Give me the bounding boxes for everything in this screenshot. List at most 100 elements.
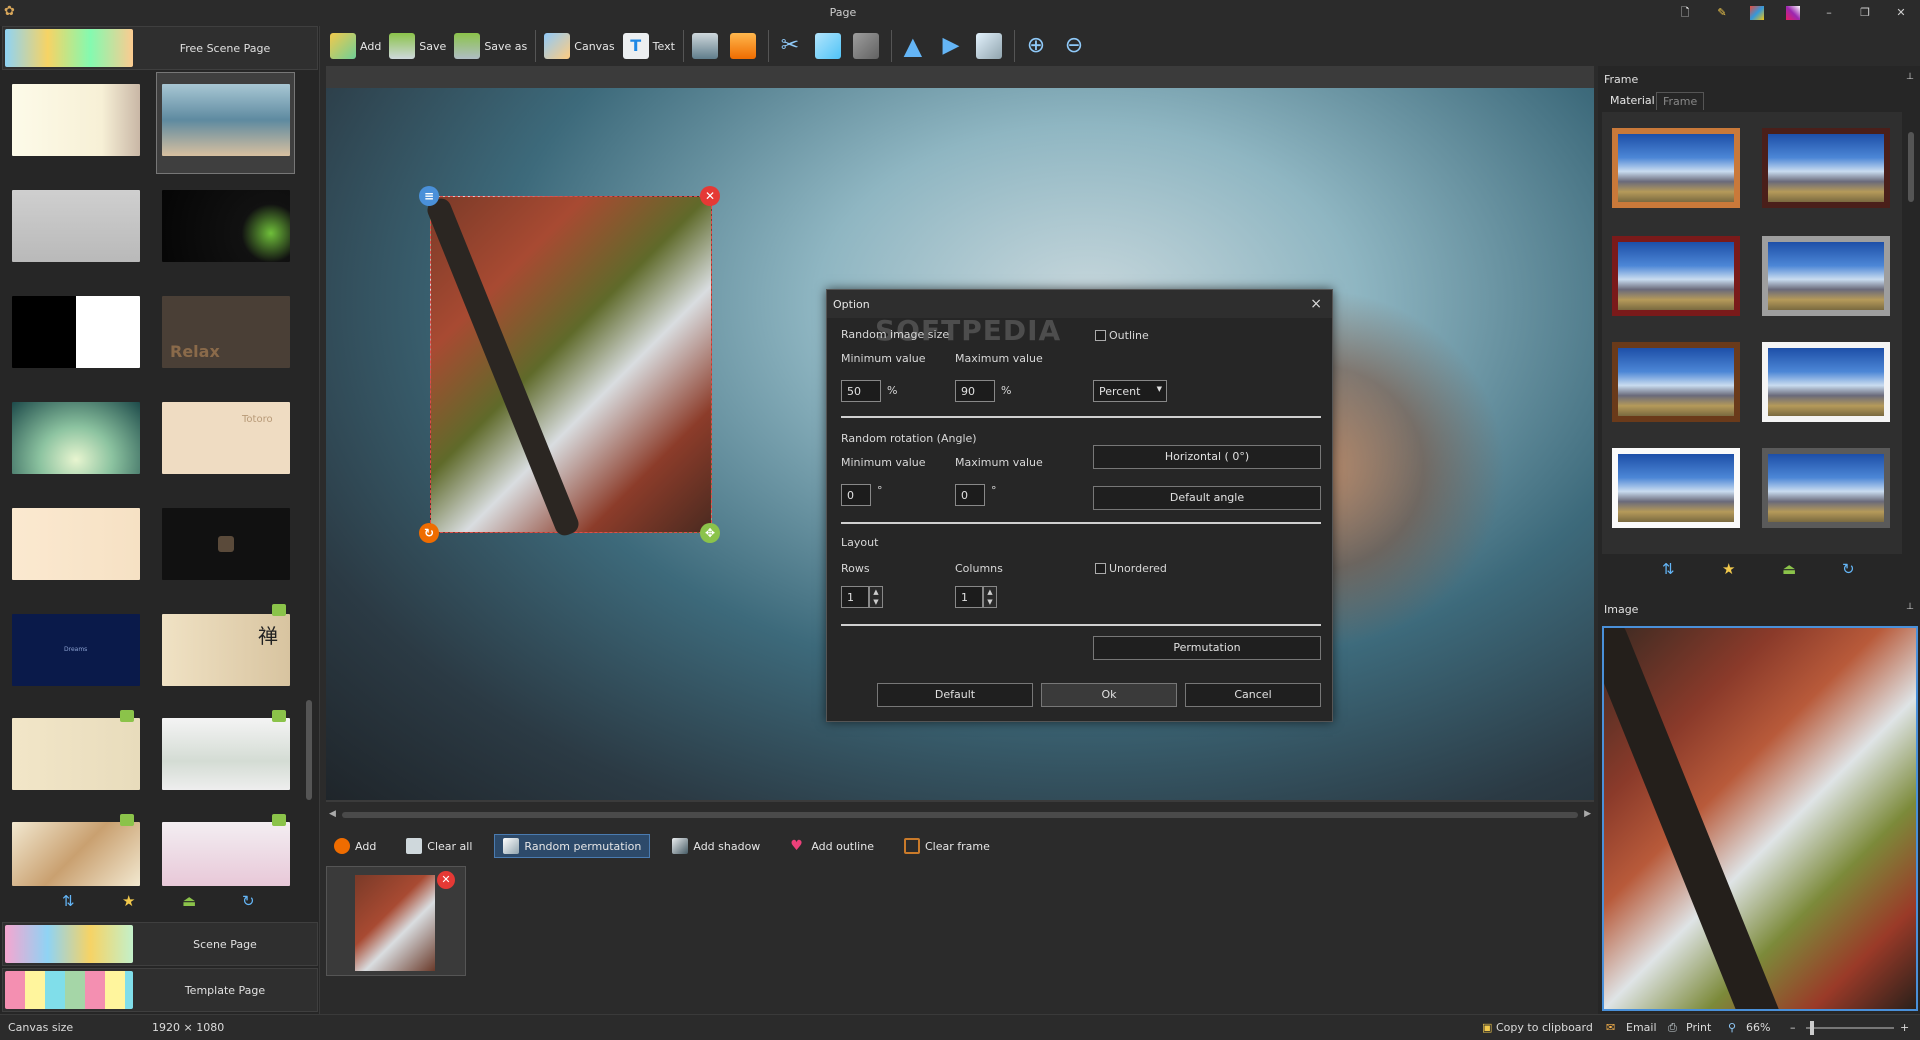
scrollbar-thumb[interactable] bbox=[306, 700, 312, 800]
zoom-in-button[interactable]: ⊕ bbox=[1019, 28, 1057, 64]
zoom-out-button[interactable]: ⊖ bbox=[1057, 28, 1095, 64]
background-thumbnail[interactable] bbox=[162, 84, 290, 156]
background-thumbnail[interactable] bbox=[162, 190, 290, 262]
min-angle-input[interactable]: 0 bbox=[841, 484, 871, 506]
frame-scrollbar[interactable] bbox=[1906, 112, 1916, 554]
canvas-image[interactable] bbox=[424, 195, 712, 539]
dialog-close-icon[interactable]: × bbox=[1310, 296, 1322, 312]
zoom-slider[interactable] bbox=[1806, 1021, 1894, 1035]
image-tray-item[interactable]: ✕ bbox=[326, 866, 466, 976]
star-icon[interactable]: ★ bbox=[1722, 560, 1735, 578]
download-icon[interactable] bbox=[272, 710, 286, 722]
tab-frame[interactable]: Frame bbox=[1656, 92, 1705, 110]
rotate-button[interactable] bbox=[972, 28, 1010, 64]
zoom-in-button[interactable]: + bbox=[1900, 1021, 1909, 1034]
clear-all-button[interactable]: Clear all bbox=[398, 834, 480, 858]
flip-vertical-button[interactable]: ▶ bbox=[934, 28, 972, 64]
background-thumbnail[interactable] bbox=[162, 508, 290, 580]
scrollbar-thumb[interactable] bbox=[1908, 132, 1914, 202]
background-thumbnail[interactable] bbox=[12, 402, 140, 474]
image-resize-handle[interactable]: ✥ bbox=[700, 523, 720, 543]
background-thumbnail[interactable] bbox=[12, 84, 140, 156]
frame-thumbnail[interactable] bbox=[1612, 342, 1740, 422]
print-button[interactable] bbox=[688, 28, 726, 64]
tray-remove-icon[interactable]: ✕ bbox=[437, 871, 455, 889]
pin-icon[interactable]: ⊥ bbox=[1906, 72, 1914, 82]
frame-thumbnail[interactable] bbox=[1762, 342, 1890, 422]
add-button[interactable]: Add bbox=[326, 28, 385, 64]
cut-button[interactable]: ✂ bbox=[773, 28, 811, 64]
random-permutation-button[interactable]: Random permutation bbox=[494, 834, 651, 858]
copy-button[interactable] bbox=[811, 28, 849, 64]
minimize-icon[interactable]: – bbox=[1820, 4, 1838, 22]
add-outline-button[interactable]: ♥ Add outline bbox=[782, 834, 882, 858]
download-icon[interactable] bbox=[120, 710, 134, 722]
rows-stepper[interactable]: ▲ ▼ bbox=[869, 586, 883, 608]
background-thumbnail[interactable]: 禅 bbox=[162, 614, 290, 686]
background-thumbnail[interactable] bbox=[12, 718, 140, 790]
scene-page-nav[interactable]: Scene Page bbox=[2, 922, 318, 966]
zoom-out-button[interactable]: – bbox=[1790, 1021, 1796, 1034]
frame-thumbnail[interactable] bbox=[1612, 128, 1740, 208]
permutation-button[interactable]: Permutation bbox=[1093, 636, 1321, 660]
copy-clipboard-button[interactable]: Copy to clipboard bbox=[1496, 1021, 1593, 1034]
image-remove-handle[interactable]: ✕ bbox=[700, 186, 720, 206]
add-image-button[interactable]: Add bbox=[326, 834, 384, 858]
text-button[interactable]: T Text bbox=[619, 28, 679, 64]
horizontal-button[interactable]: Horizontal ( 0°) bbox=[1093, 445, 1321, 469]
tab-material[interactable]: Material bbox=[1604, 92, 1661, 110]
background-thumbnail[interactable] bbox=[162, 822, 290, 886]
background-thumbnail[interactable] bbox=[12, 296, 140, 368]
save-as-button[interactable]: Save as bbox=[450, 28, 531, 64]
background-thumbnail[interactable]: Dreams bbox=[12, 614, 140, 686]
template-page-nav[interactable]: Template Page bbox=[2, 968, 318, 1012]
columns-stepper[interactable]: ▲ ▼ bbox=[983, 586, 997, 608]
palette-icon[interactable] bbox=[1784, 4, 1802, 22]
frame-thumbnail[interactable] bbox=[1762, 448, 1890, 528]
email-button[interactable] bbox=[726, 28, 764, 64]
image-rotate-handle[interactable]: ↻ bbox=[419, 523, 439, 543]
background-thumbnail[interactable] bbox=[12, 508, 140, 580]
email-button[interactable]: Email bbox=[1626, 1021, 1657, 1034]
download-all-icon[interactable]: ⏏ bbox=[182, 892, 196, 910]
skin-icon[interactable] bbox=[1748, 4, 1766, 22]
zoom-slider-thumb[interactable] bbox=[1810, 1021, 1814, 1035]
default-button[interactable]: Default bbox=[877, 683, 1033, 707]
frame-thumbnail[interactable] bbox=[1612, 448, 1740, 528]
print-button[interactable]: Print bbox=[1686, 1021, 1711, 1034]
background-thumbnail[interactable] bbox=[12, 822, 140, 886]
min-size-input[interactable]: 50 bbox=[841, 380, 881, 402]
background-thumbnail[interactable] bbox=[162, 718, 290, 790]
add-shadow-button[interactable]: Add shadow bbox=[664, 834, 768, 858]
refresh-icon[interactable]: ↻ bbox=[1842, 560, 1855, 578]
background-thumbnail[interactable] bbox=[12, 190, 140, 262]
frame-thumbnail[interactable] bbox=[1762, 128, 1890, 208]
download-icon[interactable] bbox=[272, 604, 286, 616]
flip-horizontal-button[interactable]: ▲ bbox=[896, 28, 934, 64]
unordered-checkbox[interactable] bbox=[1095, 563, 1106, 574]
close-icon[interactable]: ✕ bbox=[1892, 4, 1910, 22]
ok-button[interactable]: Ok bbox=[1041, 683, 1177, 707]
pin-icon[interactable]: ⊥ bbox=[1906, 602, 1914, 612]
background-thumbnail[interactable]: Relax bbox=[162, 296, 290, 368]
image-menu-handle[interactable]: ≡ bbox=[419, 186, 439, 206]
outline-checkbox[interactable] bbox=[1095, 330, 1106, 341]
cancel-button[interactable]: Cancel bbox=[1185, 683, 1321, 707]
max-angle-input[interactable]: 0 bbox=[955, 484, 985, 506]
default-angle-button[interactable]: Default angle bbox=[1093, 486, 1321, 510]
download-icon[interactable] bbox=[120, 814, 134, 826]
star-icon[interactable]: ★ bbox=[122, 892, 135, 910]
sort-icon[interactable]: ⇅ bbox=[1662, 560, 1675, 578]
scroll-right-icon[interactable]: ▶ bbox=[1584, 809, 1591, 819]
download-all-icon[interactable]: ⏏ bbox=[1782, 560, 1796, 578]
document-icon[interactable]: 🗋 bbox=[1676, 4, 1694, 22]
download-icon[interactable] bbox=[272, 814, 286, 826]
canvas-button[interactable]: Canvas bbox=[540, 28, 618, 64]
clear-frame-button[interactable]: Clear frame bbox=[896, 834, 998, 858]
unit-select[interactable]: Percent ▼ bbox=[1093, 380, 1167, 402]
canvas-horizontal-scrollbar[interactable]: ◀ ▶ bbox=[326, 808, 1594, 822]
frame-thumbnail[interactable] bbox=[1762, 236, 1890, 316]
columns-input[interactable]: 1 bbox=[955, 586, 983, 608]
save-button[interactable]: Save bbox=[385, 28, 450, 64]
refresh-icon[interactable]: ↻ bbox=[242, 892, 255, 910]
